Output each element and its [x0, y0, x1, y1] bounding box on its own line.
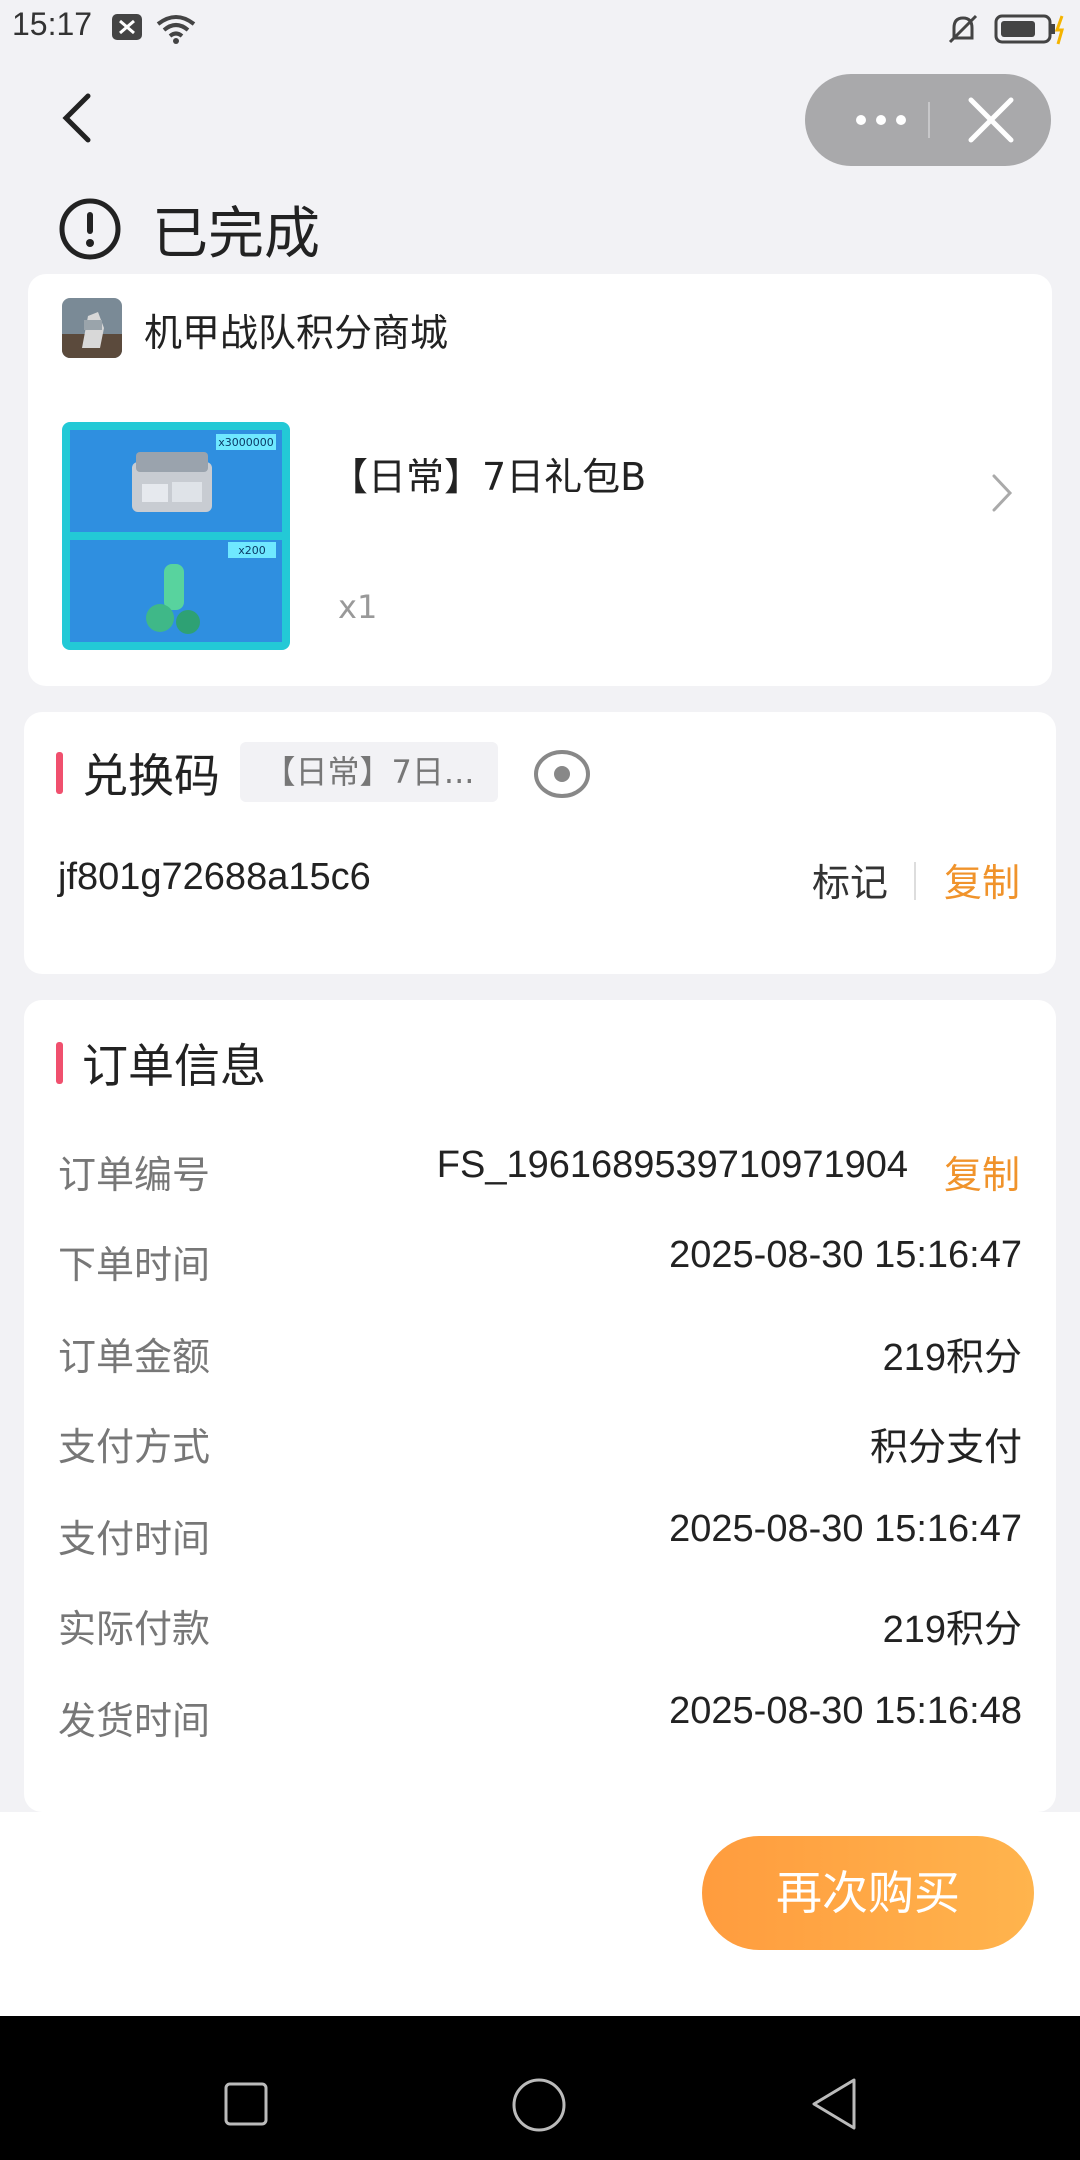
back-nav-icon[interactable] — [808, 2076, 860, 2132]
actual-payment-value: 219积分 — [882, 1609, 1022, 1651]
delivery-time-value: 2025-08-30 15:16:48 — [669, 1690, 1022, 1732]
eye-icon[interactable] — [532, 748, 592, 800]
capsule-divider — [928, 102, 930, 138]
order-status: 已完成 — [58, 194, 320, 267]
mark-button[interactable]: 标记 — [812, 852, 888, 907]
order-number-value: FS_1961689539710971904 — [436, 1144, 908, 1186]
order-time-label: 下单时间 — [58, 1243, 211, 1287]
copy-order-button[interactable]: 复制 — [944, 1144, 1020, 1199]
payment-time-label: 支付时间 — [58, 1517, 211, 1561]
section-marker — [56, 1042, 63, 1084]
order-section-title: 订单信息 — [82, 1039, 266, 1093]
payment-method-value: 积分支付 — [869, 1427, 1022, 1469]
mini-program-capsule — [805, 74, 1051, 166]
payment-method-label: 支付方式 — [58, 1425, 211, 1469]
divider — [914, 862, 916, 900]
copy-code-button[interactable]: 复制 — [944, 852, 1020, 907]
chevron-right-icon[interactable] — [982, 468, 1022, 518]
product-image-label-2: x200 — [238, 544, 266, 557]
order-number-label: 订单编号 — [58, 1153, 211, 1197]
back-arrow-icon[interactable] — [52, 88, 112, 148]
status-time: 15:17 — [12, 6, 93, 42]
exclamation-circle-icon — [59, 198, 121, 260]
order-amount-value: 219积分 — [882, 1337, 1022, 1379]
product-image-label-1: x3000000 — [218, 436, 274, 449]
home-icon[interactable] — [510, 2076, 568, 2134]
order-time-value: 2025-08-30 15:16:47 — [669, 1234, 1022, 1276]
product-quantity: x1 — [338, 588, 378, 626]
notification-icon — [112, 14, 142, 40]
recent-apps-icon[interactable] — [222, 2080, 270, 2128]
bell-muted-icon — [948, 14, 978, 44]
status-title: 已完成 — [152, 201, 320, 267]
buy-again-button[interactable]: 再次购买 — [702, 1836, 1034, 1950]
redeem-code: jf801g72688a15c6 — [58, 856, 371, 898]
redeem-section-title: 兑换码 — [82, 749, 220, 803]
payment-time-value: 2025-08-30 15:16:47 — [669, 1508, 1022, 1550]
system-nav-bar — [0, 2016, 1080, 2160]
close-icon[interactable] — [961, 90, 1021, 150]
battery-icon — [994, 14, 1064, 45]
shop-logo — [62, 298, 122, 358]
shop-name[interactable]: 机甲战队积分商城 — [144, 302, 448, 357]
product-title[interactable]: 【日常】7日礼包B — [330, 446, 646, 501]
delivery-time-label: 发货时间 — [58, 1699, 211, 1743]
section-marker — [56, 752, 63, 794]
actual-payment-label: 实际付款 — [58, 1607, 211, 1651]
order-amount-label: 订单金额 — [58, 1335, 211, 1379]
wifi-icon — [156, 15, 196, 44]
redeem-product-tag: 【日常】7日... — [240, 742, 498, 802]
more-icon[interactable] — [839, 94, 929, 146]
product-image[interactable]: x3000000 x200 — [62, 422, 290, 650]
